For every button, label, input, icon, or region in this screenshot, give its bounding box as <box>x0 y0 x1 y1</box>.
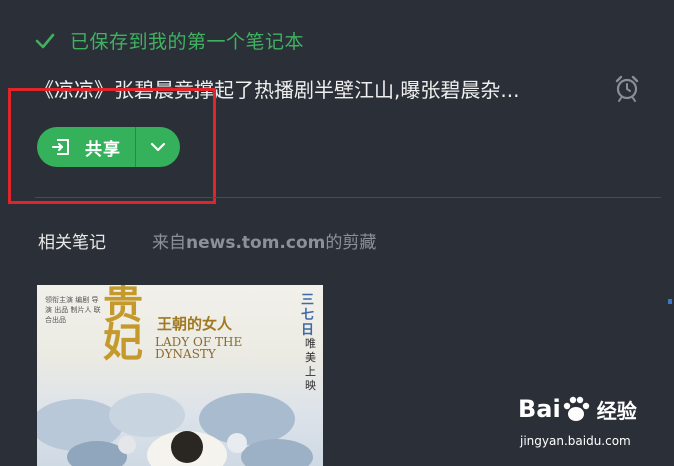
poster-flower-art <box>37 393 313 466</box>
poster-release-date: 三七日 <box>301 293 315 338</box>
poster-title-char-2: 妃 <box>103 319 143 366</box>
note-title[interactable]: 《凉凉》张碧晨竟撑起了热播剧半壁江山,曝张碧晨杂... <box>34 74 586 103</box>
scrollbar-marker[interactable] <box>668 299 672 304</box>
check-icon <box>35 33 55 48</box>
share-button[interactable]: 共享 <box>37 127 135 167</box>
related-notes-label: 相关笔记 <box>38 233 106 253</box>
share-button-group: 共享 <box>37 127 180 167</box>
source-prefix: 来自 <box>152 233 186 253</box>
source-domain-link[interactable]: news.tom.com <box>186 233 325 253</box>
alarm-clock-icon[interactable] <box>612 73 642 103</box>
note-thumbnail-poster[interactable]: 领衔主演 编剧 导演 出品 制片人 联合出品 贵 妃 王朝的女人 LADY OF… <box>37 285 323 466</box>
watermark-logo: Bai 经验 <box>518 394 637 424</box>
baidu-jingyan-watermark: Bai 经验 jingyan.baidu.com <box>514 388 674 466</box>
divider <box>35 197 661 198</box>
watermark-url: jingyan.baidu.com <box>520 434 631 448</box>
paw-icon <box>563 396 589 421</box>
watermark-logo-text: Bai <box>518 395 561 423</box>
poster-subtitle: 王朝的女人 <box>157 315 233 333</box>
share-dropdown-button[interactable] <box>136 127 180 167</box>
poster-english-line-2: DYNASTY <box>155 347 216 361</box>
related-notes-row: 相关笔记 来自 news.tom.com 的剪藏 <box>38 228 376 253</box>
share-label: 共享 <box>85 139 121 160</box>
poster-credits: 领衔主演 编剧 导演 出品 制片人 联合出品 <box>45 296 101 324</box>
source-suffix: 的剪藏 <box>325 233 377 253</box>
saved-status: 已保存到我的第一个笔记本 <box>34 27 304 54</box>
share-icon <box>52 139 69 155</box>
note-title-row: 《凉凉》张碧晨竟撑起了热播剧半壁江山,曝张碧晨杂... <box>34 74 654 104</box>
watermark-logo-cn: 经验 <box>596 398 637 423</box>
saved-status-text: 已保存到我的第一个笔记本 <box>70 31 305 53</box>
chevron-down-icon <box>150 142 166 152</box>
